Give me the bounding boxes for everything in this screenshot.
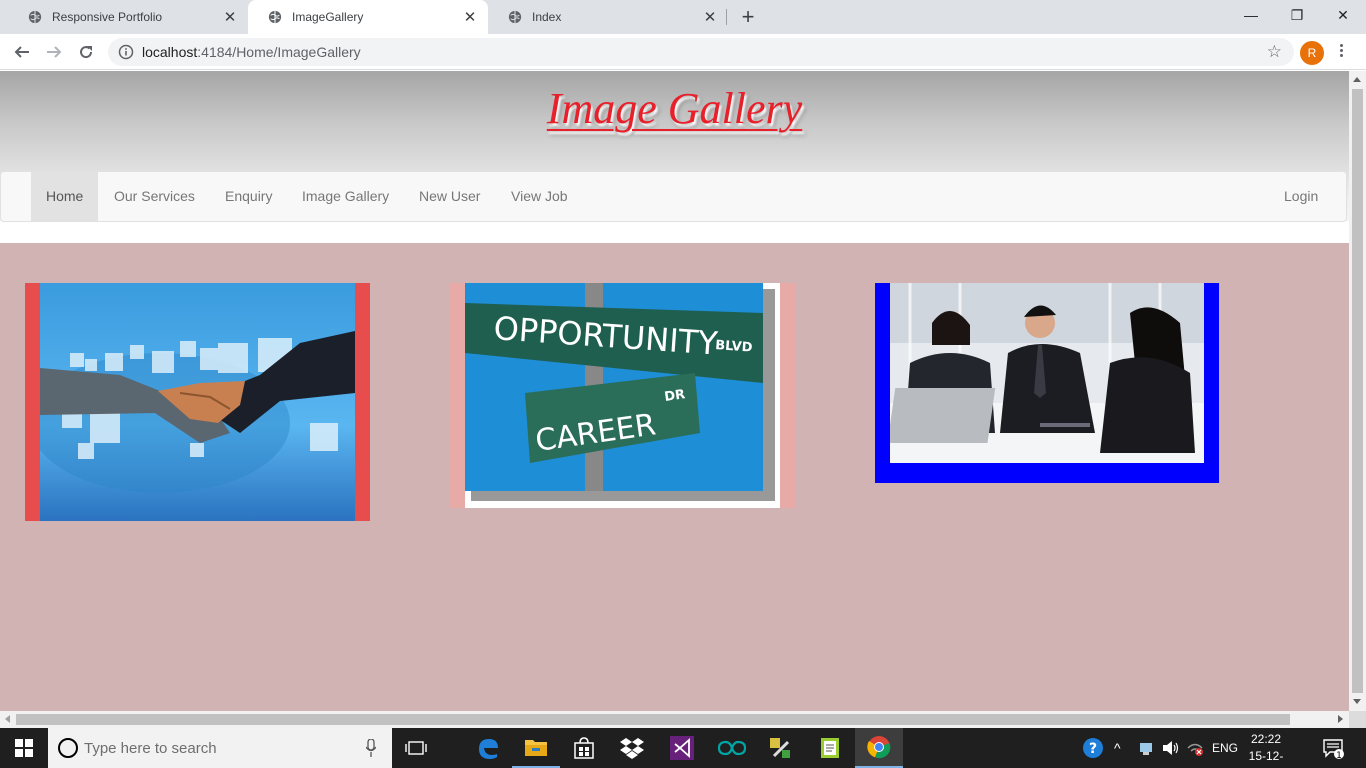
globe-icon bbox=[508, 10, 522, 24]
kebab-menu-icon[interactable] bbox=[1336, 42, 1346, 62]
nav-view-job[interactable]: View Job bbox=[496, 172, 583, 221]
back-button[interactable] bbox=[8, 38, 36, 66]
tab-imagegallery[interactable]: ImageGallery ✕ bbox=[248, 0, 488, 34]
career-sign-image: OPPORTUNITY BLVD CAREER DR bbox=[465, 283, 780, 508]
visual-studio-icon[interactable] bbox=[658, 728, 706, 768]
nav-enquiry[interactable]: Enquiry bbox=[210, 172, 287, 221]
clock-date: 15-12-2020 bbox=[1248, 749, 1284, 768]
reload-button[interactable] bbox=[72, 38, 100, 66]
tab-title: Responsive Portfolio bbox=[52, 10, 163, 24]
nav-new-user[interactable]: New User bbox=[404, 172, 495, 221]
task-view-icon[interactable] bbox=[392, 728, 440, 768]
nav-our-services[interactable]: Our Services bbox=[99, 172, 210, 221]
close-tab-icon[interactable]: ✕ bbox=[462, 8, 478, 26]
star-icon[interactable]: ☆ bbox=[1267, 42, 1282, 62]
start-button[interactable] bbox=[0, 728, 48, 768]
dropbox-icon[interactable] bbox=[608, 728, 656, 768]
tool-icon[interactable] bbox=[756, 728, 804, 768]
close-window-button[interactable]: ✕ bbox=[1320, 0, 1366, 30]
handshake-image bbox=[40, 283, 355, 521]
vertical-scroll-thumb[interactable] bbox=[1352, 89, 1363, 693]
gallery-image-meeting[interactable] bbox=[875, 283, 1219, 483]
scroll-left-icon[interactable] bbox=[5, 715, 10, 723]
tab-separator bbox=[726, 9, 727, 25]
help-icon[interactable]: ? bbox=[1082, 728, 1104, 768]
search-placeholder: Type here to search bbox=[84, 740, 217, 757]
network-icon[interactable] bbox=[1138, 728, 1156, 768]
file-explorer-icon[interactable] bbox=[512, 728, 560, 768]
forward-arrow-icon bbox=[47, 46, 62, 58]
tab-title: Index bbox=[532, 10, 562, 24]
chevron-up-icon[interactable]: ^ bbox=[1114, 728, 1121, 768]
horizontal-scroll-thumb[interactable] bbox=[16, 714, 1290, 725]
windows-logo-icon bbox=[15, 739, 33, 757]
back-arrow-icon bbox=[14, 46, 29, 58]
globe-icon bbox=[28, 10, 42, 24]
chrome-icon[interactable] bbox=[855, 728, 903, 768]
new-tab-button[interactable]: + bbox=[738, 4, 758, 30]
url-path: :4184/Home/ImageGallery bbox=[197, 44, 361, 60]
notepad-icon[interactable] bbox=[806, 728, 854, 768]
maximize-button[interactable]: ❐ bbox=[1274, 0, 1320, 30]
browser-toolbar: localhost:4184/Home/ImageGallery ☆ bbox=[0, 34, 1366, 70]
svg-text:?: ? bbox=[1089, 741, 1097, 757]
notification-count: 1 bbox=[1336, 751, 1342, 759]
notification-center-icon[interactable]: 1 bbox=[1322, 728, 1344, 768]
vertical-scrollbar[interactable] bbox=[1349, 71, 1366, 711]
gallery-image-career-sign[interactable]: OPPORTUNITY BLVD CAREER DR bbox=[450, 283, 795, 508]
clock-time: 22:22 bbox=[1250, 732, 1282, 746]
globe-icon bbox=[268, 10, 282, 24]
gallery-content: OPPORTUNITY BLVD CAREER DR bbox=[0, 243, 1349, 711]
gallery-image-handshake[interactable] bbox=[25, 283, 370, 521]
reload-icon bbox=[80, 46, 93, 59]
url-host: localhost bbox=[142, 44, 198, 60]
tab-index[interactable]: Index ✕ bbox=[488, 0, 728, 34]
search-icon bbox=[58, 738, 78, 758]
edge-icon[interactable] bbox=[464, 728, 512, 768]
business-meeting-image bbox=[890, 283, 1204, 463]
minimize-button[interactable]: — bbox=[1228, 0, 1274, 30]
page-title: Image Gallery bbox=[546, 84, 803, 133]
address-bar[interactable]: localhost:4184/Home/ImageGallery ☆ bbox=[108, 38, 1294, 66]
navbar-underlay bbox=[0, 221, 1349, 243]
wifi-off-icon[interactable] bbox=[1186, 728, 1204, 768]
url-text: localhost:4184/Home/ImageGallery bbox=[142, 44, 361, 60]
arduino-icon[interactable] bbox=[708, 728, 756, 768]
sign-text-blvd: BLVD bbox=[715, 338, 753, 356]
scroll-right-icon[interactable] bbox=[1338, 715, 1343, 723]
scroll-down-icon[interactable] bbox=[1353, 699, 1361, 704]
store-icon[interactable] bbox=[560, 728, 608, 768]
volume-icon[interactable] bbox=[1162, 728, 1180, 768]
scroll-up-icon[interactable] bbox=[1353, 77, 1361, 82]
close-tab-icon[interactable]: ✕ bbox=[222, 8, 238, 26]
horizontal-scrollbar[interactable] bbox=[0, 711, 1349, 728]
sign-text-dr: DR bbox=[663, 387, 686, 405]
site-navbar: Home Our Services Enquiry Image Gallery … bbox=[0, 171, 1347, 222]
windows-taskbar: Type here to search ? ^ ENG 22:22 15-12-… bbox=[0, 728, 1366, 768]
nav-login[interactable]: Login bbox=[1269, 172, 1333, 221]
profile-avatar[interactable]: R bbox=[1300, 41, 1324, 65]
close-tab-icon[interactable]: ✕ bbox=[702, 8, 718, 26]
scrollbar-corner bbox=[1349, 711, 1366, 728]
taskbar-search[interactable]: Type here to search bbox=[48, 728, 392, 768]
nav-home[interactable]: Home bbox=[31, 172, 99, 221]
tab-title: ImageGallery bbox=[292, 10, 364, 24]
system-clock[interactable]: 22:22 15-12-2020 bbox=[1238, 731, 1294, 768]
page-viewport: Image Gallery Home Our Services Enquiry … bbox=[0, 71, 1349, 711]
tab-responsive-portfolio[interactable]: Responsive Portfolio ✕ bbox=[8, 0, 248, 34]
info-icon[interactable] bbox=[118, 44, 134, 60]
tab-strip: Responsive Portfolio ✕ ImageGallery ✕ In… bbox=[0, 0, 1366, 34]
language-indicator[interactable]: ENG bbox=[1212, 728, 1238, 768]
forward-button[interactable] bbox=[40, 38, 68, 66]
nav-image-gallery[interactable]: Image Gallery bbox=[287, 172, 404, 221]
microphone-icon[interactable] bbox=[366, 739, 376, 757]
